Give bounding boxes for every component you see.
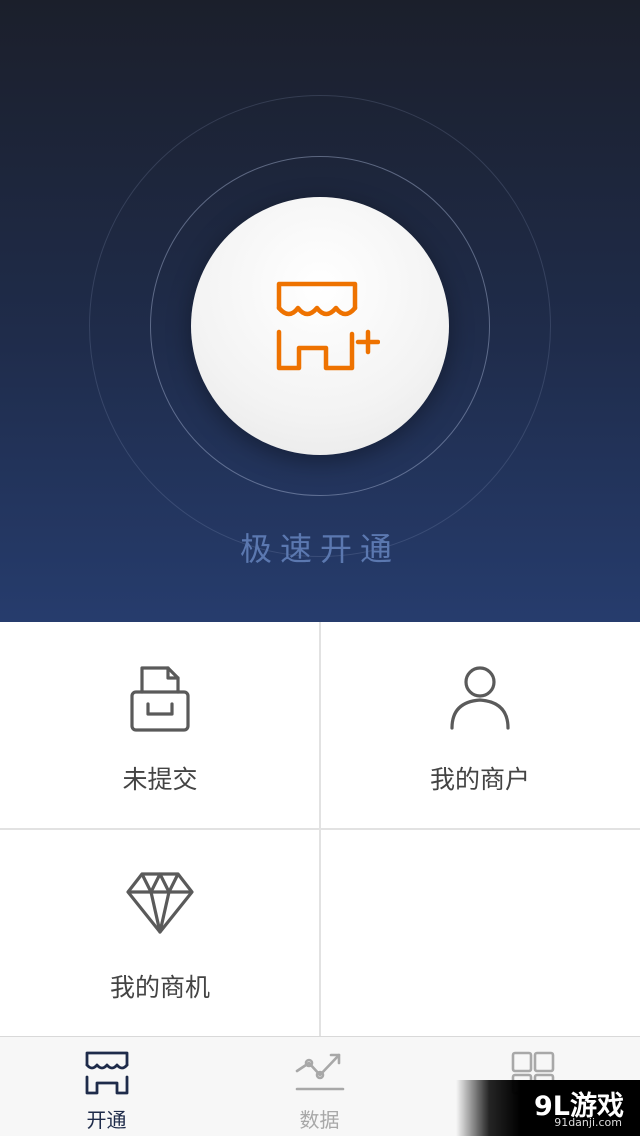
store-add-icon <box>276 281 380 371</box>
drawer-file-icon <box>130 666 190 732</box>
trend-chart-icon <box>295 1053 344 1091</box>
tab-open[interactable]: 开通 <box>0 1037 213 1136</box>
watermark-logo: 9L游戏 91danji.com <box>456 1080 640 1136</box>
tab-data[interactable]: 数据 <box>213 1037 426 1136</box>
grid-item-label: 我的商机 <box>109 973 210 1002</box>
quick-open-button[interactable] <box>191 197 449 455</box>
diamond-icon <box>126 872 194 934</box>
store-icon <box>85 1051 128 1095</box>
function-grid: 未提交 我的商户 我的商机 <box>0 622 640 1036</box>
grid-item-unsubmitted[interactable]: 未提交 <box>0 622 320 829</box>
grid-divider-horizontal <box>0 828 640 830</box>
hero-section: 极速开通 <box>0 0 640 622</box>
quick-open-label: 极速开通 <box>239 530 400 568</box>
tab-label: 数据 <box>299 1108 340 1132</box>
grid-item-label: 未提交 <box>122 765 198 794</box>
grid-item-empty <box>320 830 640 1037</box>
grid-item-label: 我的商户 <box>429 765 530 794</box>
grid-item-my-merchants[interactable]: 我的商户 <box>320 622 640 829</box>
tab-label: 开通 <box>86 1108 127 1132</box>
person-icon <box>450 666 510 730</box>
grid-item-my-opportunities[interactable]: 我的商机 <box>0 830 320 1037</box>
app-screen: 极速开通 未提交 我的商户 我的商机 开通 数据 9L游戏 91danji.co… <box>0 0 640 1136</box>
watermark-url: 91danji.com <box>554 1116 622 1129</box>
